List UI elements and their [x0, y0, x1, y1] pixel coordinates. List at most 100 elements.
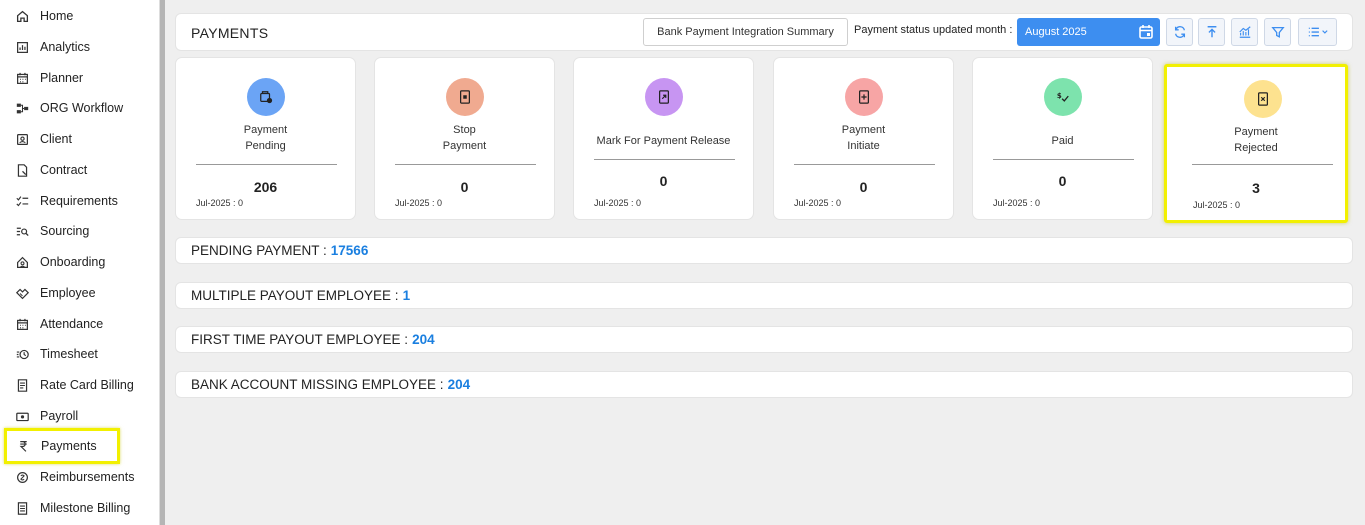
- card-count: 0: [1058, 173, 1067, 189]
- doc-release-icon: [659, 90, 669, 104]
- card-icon-circle: [845, 78, 883, 116]
- row-value[interactable]: 204: [412, 332, 435, 347]
- first-time-payout-row[interactable]: FIRST TIME PAYOUT EMPLOYEE : 204: [175, 326, 1353, 353]
- sidebar-item-label: Attendance: [40, 317, 104, 331]
- bank-account-missing-row[interactable]: BANK ACCOUNT MISSING EMPLOYEE : 204: [175, 371, 1353, 398]
- view-options-button[interactable]: [1298, 18, 1337, 46]
- card-icon-circle: [247, 78, 285, 116]
- filter-button[interactable]: [1264, 18, 1291, 46]
- refund-icon: [14, 469, 30, 485]
- sidebar-item-label: Client: [40, 132, 72, 146]
- analytics-icon: [14, 39, 30, 55]
- card-stop-payment[interactable]: Stop Payment 0 Jul-2025 : 0: [374, 57, 555, 220]
- sidebar-item-reimbursements[interactable]: Reimbursements: [6, 464, 156, 490]
- card-previous-month: Jul-2025 : 0: [594, 198, 642, 208]
- refresh-button[interactable]: [1166, 18, 1193, 46]
- month-value: August 2025: [1025, 26, 1087, 38]
- card-paid[interactable]: $ Paid 0 Jul-2025 : 0: [972, 57, 1153, 220]
- sidebar-item-employee[interactable]: Employee: [6, 280, 156, 306]
- card-count: 3: [1252, 180, 1260, 196]
- card-previous-month: Jul-2025 : 0: [993, 198, 1041, 208]
- row-value[interactable]: 204: [448, 377, 471, 392]
- sidebar-item-milestone-billing[interactable]: Milestone Billing: [6, 495, 156, 521]
- sidebar-item-requirements[interactable]: Requirements: [6, 188, 156, 214]
- card-previous-month: Jul-2025 : 0: [794, 198, 842, 208]
- sidebar-item-label: Analytics: [40, 40, 91, 54]
- sidebar-item-attendance[interactable]: Attendance: [6, 311, 156, 337]
- card-icon-circle: [1244, 80, 1282, 118]
- sidebar-item-contract[interactable]: Contract: [6, 157, 156, 183]
- filter-icon: [1270, 26, 1285, 38]
- sidebar-item-rate-card-billing[interactable]: Rate Card Billing: [6, 372, 156, 398]
- sidebar-item-label: Timesheet: [40, 347, 98, 361]
- doc-x-icon: [1258, 92, 1268, 106]
- sidebar-item-label: Rate Card Billing: [40, 378, 134, 392]
- card-label-line1: Paid: [1051, 135, 1074, 147]
- rupee-icon: [15, 438, 31, 454]
- cash-icon: [14, 408, 30, 424]
- card-divider: [196, 164, 337, 165]
- card-label-line1: Mark For Payment Release: [596, 135, 731, 147]
- row-value[interactable]: 17566: [331, 243, 369, 258]
- sidebar-item-sourcing[interactable]: Sourcing: [6, 218, 156, 244]
- home-icon: [14, 8, 30, 24]
- card-divider: [993, 159, 1134, 160]
- row-label: FIRST TIME PAYOUT EMPLOYEE :: [191, 332, 409, 347]
- sidebar-item-payments[interactable]: Payments: [4, 428, 120, 464]
- card-previous-month: Jul-2025 : 0: [1193, 200, 1241, 210]
- pending-payment-row[interactable]: PENDING PAYMENT : 17566: [175, 237, 1353, 264]
- dollar-check-icon: $: [1057, 92, 1069, 102]
- clock-list-icon: [14, 346, 30, 362]
- handshake-icon: [14, 285, 30, 301]
- receipt-icon: [14, 377, 30, 393]
- card-divider: [794, 164, 935, 165]
- refresh-icon: [1174, 26, 1185, 38]
- onboarding-icon: [14, 254, 30, 270]
- card-label-line1: Payment: [243, 124, 288, 136]
- card-count: 0: [859, 179, 868, 195]
- sidebar-item-label: Milestone Billing: [40, 501, 131, 515]
- upload-button[interactable]: [1198, 18, 1225, 46]
- card-payment-initiate[interactable]: Payment Initiate 0 Jul-2025 : 0: [773, 57, 954, 220]
- card-count: 206: [253, 179, 278, 195]
- sidebar-item-org-workflow[interactable]: ORG Workflow: [6, 95, 156, 121]
- sidebar-item-planner[interactable]: Planner: [6, 65, 156, 91]
- sidebar-item-home[interactable]: Home: [6, 3, 156, 29]
- bank-payment-summary-button[interactable]: Bank Payment Integration Summary: [643, 18, 848, 46]
- sidebar-scrollbar[interactable]: [160, 0, 165, 525]
- card-previous-month: Jul-2025 : 0: [196, 198, 244, 208]
- card-icon-circle: $: [1044, 78, 1082, 116]
- calendar-icon: [14, 70, 30, 86]
- sidebar-item-timesheet[interactable]: Timesheet: [6, 341, 156, 367]
- card-payment-rejected[interactable]: Payment Rejected 3 Jul-2025 : 0: [1164, 64, 1348, 223]
- row-label: BANK ACCOUNT MISSING EMPLOYEE :: [191, 377, 444, 392]
- search-list-icon: [14, 223, 30, 239]
- svg-text:$: $: [1057, 92, 1062, 100]
- doc-plus-icon: [859, 90, 869, 104]
- card-label-line2: Pending: [245, 140, 286, 152]
- status-month-label: Payment status updated month :: [854, 24, 1013, 36]
- sidebar-item-payroll[interactable]: Payroll: [6, 403, 156, 429]
- multiple-payout-row[interactable]: MULTIPLE PAYOUT EMPLOYEE : 1: [175, 282, 1353, 309]
- card-count: 0: [659, 173, 668, 189]
- card-divider: [395, 164, 536, 165]
- sidebar-item-label: Sourcing: [40, 224, 90, 238]
- sidebar-item-client[interactable]: Client: [6, 126, 156, 152]
- checklist-icon: [14, 193, 30, 209]
- contract-icon: [14, 162, 30, 178]
- row-value[interactable]: 1: [403, 288, 411, 303]
- calendar-icon: [1139, 25, 1153, 39]
- sidebar-item-analytics[interactable]: Analytics: [6, 34, 156, 60]
- card-count: 0: [460, 179, 469, 195]
- month-picker[interactable]: August 2025: [1017, 18, 1160, 46]
- analytics-button[interactable]: [1231, 18, 1258, 46]
- workflow-icon: [14, 100, 30, 116]
- card-payment-pending[interactable]: Payment Pending 206 Jul-2025 : 0: [175, 57, 356, 220]
- card-mark-for-payment-release[interactable]: Mark For Payment Release 0 Jul-2025 : 0: [573, 57, 754, 220]
- card-icon-circle: [645, 78, 683, 116]
- sidebar-item-label: Reimbursements: [40, 470, 135, 484]
- calendar-icon: [14, 316, 30, 332]
- sidebar-item-onboarding[interactable]: Onboarding: [6, 249, 156, 275]
- card-label-line1: Payment: [841, 124, 886, 136]
- card-label-line1: Payment: [1234, 126, 1278, 138]
